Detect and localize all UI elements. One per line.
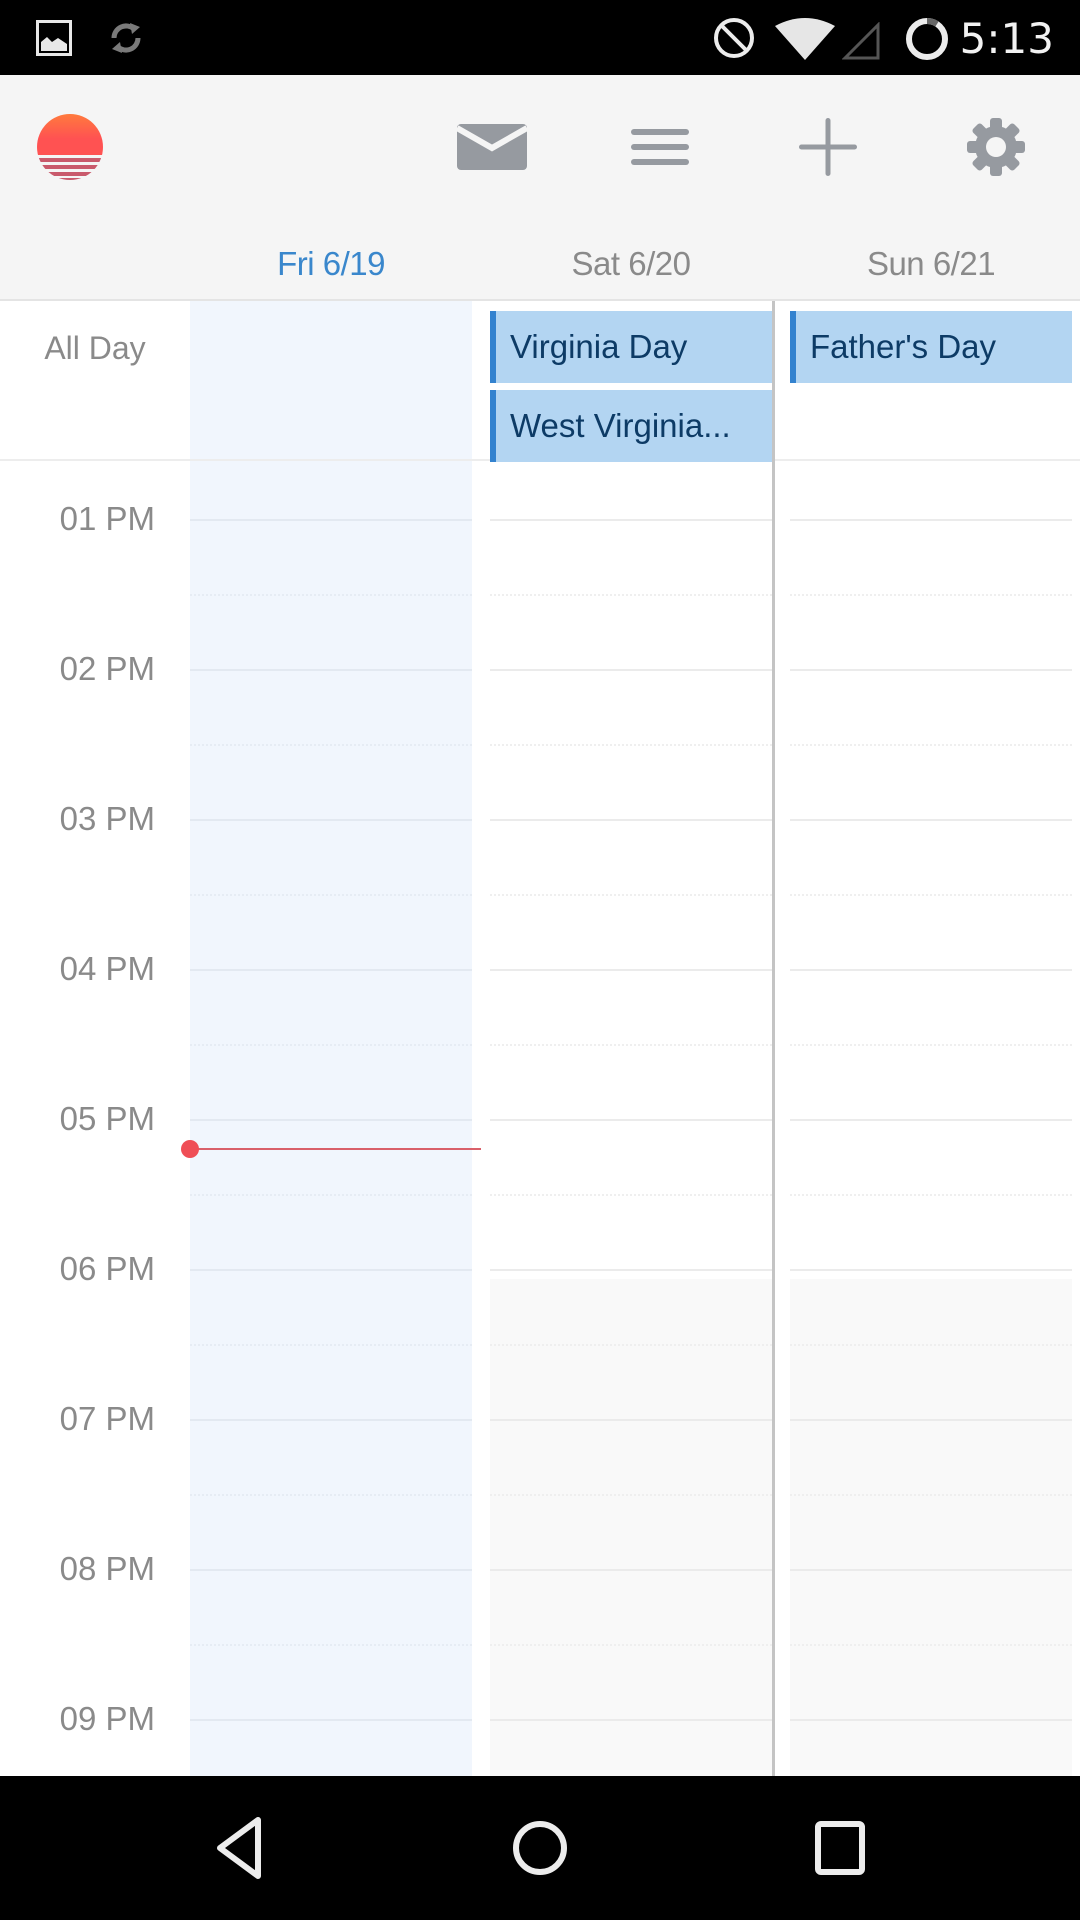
hour-line (790, 819, 1072, 821)
hour-line (490, 1269, 772, 1271)
hour-line (790, 1419, 1072, 1421)
status-bar: 5:13 (0, 0, 1080, 75)
sunrise-logo[interactable] (37, 114, 103, 180)
home-icon[interactable] (500, 1808, 580, 1888)
day-header-fri[interactable]: Fri 6/19 (190, 245, 472, 283)
half-hour-line (190, 594, 472, 596)
app-bar: Fri 6/19 Sat 6/20 Sun 6/21 (0, 75, 1080, 301)
half-hour-line (490, 1194, 772, 1196)
menu-icon[interactable] (631, 129, 689, 165)
all-day-event[interactable]: Virginia Day (490, 311, 772, 383)
hour-line (490, 1719, 772, 1721)
off-hours-sat (490, 1279, 772, 1776)
sync-icon (111, 23, 141, 53)
half-hour-line (490, 1344, 772, 1346)
hour-line (190, 1419, 472, 1421)
hour-line (790, 519, 1072, 521)
all-day-event[interactable]: West Virginia... (490, 390, 772, 462)
hour-line (190, 669, 472, 671)
half-hour-line (190, 1494, 472, 1496)
half-hour-line (490, 1644, 772, 1646)
half-hour-line (490, 1044, 772, 1046)
half-hour-line (790, 594, 1072, 596)
hour-line (190, 969, 472, 971)
hour-line (190, 1569, 472, 1571)
half-hour-line (790, 1044, 1072, 1046)
time-label: 09 PM (59, 1700, 155, 1737)
hour-line (490, 1569, 772, 1571)
mail-icon[interactable] (457, 124, 527, 170)
current-time-dot (181, 1140, 199, 1158)
hour-line (190, 1119, 472, 1121)
off-hours-sun (790, 1279, 1072, 1776)
hour-line (190, 1269, 472, 1271)
half-hour-line (190, 744, 472, 746)
half-hour-line (190, 1644, 472, 1646)
hour-line (790, 1119, 1072, 1121)
current-time-line (190, 1148, 481, 1150)
time-label: 06 PM (59, 1250, 155, 1287)
half-hour-line (190, 1044, 472, 1046)
half-hour-line (190, 1344, 472, 1346)
battery-icon (906, 17, 948, 60)
hour-line (790, 669, 1072, 671)
time-label: 07 PM (59, 1400, 155, 1437)
day-divider (772, 301, 775, 1776)
half-hour-line (490, 1494, 772, 1496)
half-hour-line (790, 1644, 1072, 1646)
hour-line (490, 669, 772, 671)
half-hour-line (790, 1194, 1072, 1196)
gear-icon[interactable] (967, 118, 1025, 176)
time-label: 08 PM (59, 1550, 155, 1587)
do-not-disturb-icon (714, 18, 754, 58)
hour-line (490, 519, 772, 521)
plus-icon[interactable] (799, 118, 857, 176)
half-hour-line (790, 744, 1072, 746)
hour-line (790, 1569, 1072, 1571)
hour-line (790, 1269, 1072, 1271)
day-header-sat[interactable]: Sat 6/20 (490, 245, 772, 283)
half-hour-line (190, 894, 472, 896)
hour-line (490, 969, 772, 971)
hour-line (490, 819, 772, 821)
half-hour-line (490, 894, 772, 896)
image-notification-icon (36, 20, 72, 56)
hour-line (190, 519, 472, 521)
hour-line (790, 1719, 1072, 1721)
time-label: 05 PM (59, 1100, 155, 1137)
half-hour-line (790, 1494, 1072, 1496)
recents-icon[interactable] (800, 1808, 880, 1888)
back-icon[interactable] (200, 1808, 280, 1888)
time-label: 04 PM (59, 950, 155, 987)
all-day-event[interactable]: Father's Day (790, 311, 1072, 383)
half-hour-line (490, 594, 772, 596)
time-label: 02 PM (59, 650, 155, 687)
hour-line (190, 819, 472, 821)
half-hour-line (190, 1194, 472, 1196)
hour-line (190, 1719, 472, 1721)
today-column[interactable] (190, 301, 472, 1776)
cell-signal-icon (842, 22, 880, 60)
hour-line (490, 1419, 772, 1421)
all-day-label: All Day (44, 330, 146, 366)
hour-line (490, 1119, 772, 1121)
half-hour-line (790, 1344, 1072, 1346)
half-hour-line (490, 744, 772, 746)
half-hour-line (790, 894, 1072, 896)
time-label: 01 PM (59, 500, 155, 537)
day-header-sun[interactable]: Sun 6/21 (790, 245, 1072, 283)
navigation-bar (0, 1776, 1080, 1920)
status-clock: 5:13 (959, 14, 1054, 63)
hour-line (790, 969, 1072, 971)
time-label: 03 PM (59, 800, 155, 837)
wifi-icon (775, 18, 835, 60)
